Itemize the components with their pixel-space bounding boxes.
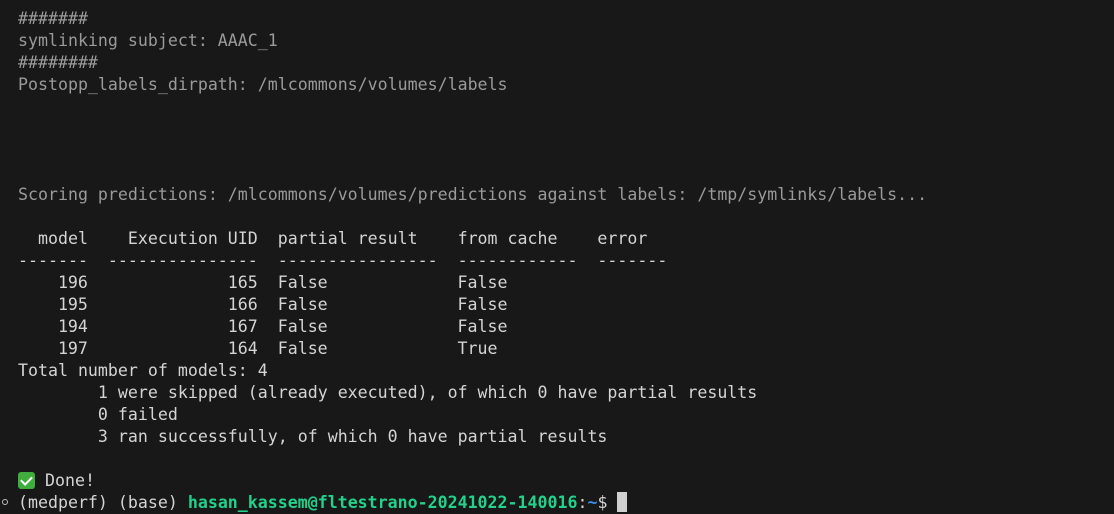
- prompt-env: (medperf) (base): [18, 493, 188, 512]
- table-row: 195 166 False False: [0, 294, 1114, 316]
- cell-uid: 167: [227, 317, 258, 336]
- prompt-line[interactable]: (medperf) (base) hasan_kassem@fltestrano…: [0, 492, 1114, 514]
- log-line: Postopp_labels_dirpath: /mlcommons/volum…: [18, 75, 508, 94]
- prompt-separator: :: [577, 493, 588, 512]
- table-separator: ------- --------------- ----------------…: [18, 251, 668, 270]
- cell-model: 195: [57, 295, 88, 314]
- table-row: 196 165 False False: [0, 272, 1114, 294]
- cell-partial: False: [277, 295, 328, 314]
- log-line: #######: [18, 9, 88, 28]
- results-table-body: 196 165 False False 195 166 False False 194 167 Fa…: [0, 272, 1114, 360]
- prompt-user-host: hasan_kassem@fltestrano-20241022-140016: [187, 493, 578, 512]
- terminal-cursor[interactable]: [617, 492, 628, 512]
- cell-model: 196: [57, 273, 88, 292]
- cell-partial: False: [277, 339, 328, 358]
- cell-cache: False: [457, 295, 508, 314]
- cell-cache: False: [457, 273, 508, 292]
- cell-uid: 164: [227, 339, 258, 358]
- summary-skipped: 1 were skipped (already executed), of wh…: [18, 383, 758, 402]
- log-line: symlinking subject: AAAC_1: [18, 31, 278, 50]
- cell-uid: 165: [227, 273, 258, 292]
- cell-model: 197: [57, 339, 88, 358]
- prompt-indicator-icon: [2, 499, 8, 505]
- scoring-line: Scoring predictions: /mlcommons/volumes/…: [18, 185, 928, 204]
- table-row: 194 167 False False: [0, 316, 1114, 338]
- cell-model: 194: [57, 317, 88, 336]
- prompt-path: ~: [587, 493, 598, 512]
- cell-partial: False: [277, 317, 328, 336]
- table-row: 197 164 False True: [0, 338, 1114, 360]
- cell-cache: True: [457, 339, 498, 358]
- terminal-output[interactable]: ####### symlinking subject: AAAC_1 #####…: [0, 8, 1114, 514]
- done-line: Done!: [0, 470, 1114, 492]
- log-line: ########: [18, 53, 98, 72]
- check-icon: [18, 472, 35, 489]
- summary-succeeded: 3 ran successfully, of which 0 have part…: [18, 427, 608, 446]
- done-text: Done!: [45, 471, 95, 490]
- table-header: model Execution UID partial result from …: [18, 229, 648, 248]
- cell-cache: False: [457, 317, 508, 336]
- summary-failed: 0 failed: [18, 405, 178, 424]
- cell-uid: 166: [227, 295, 258, 314]
- prompt-symbol: $: [597, 493, 608, 512]
- cell-partial: False: [277, 273, 328, 292]
- summary-total: Total number of models: 4: [18, 361, 268, 380]
